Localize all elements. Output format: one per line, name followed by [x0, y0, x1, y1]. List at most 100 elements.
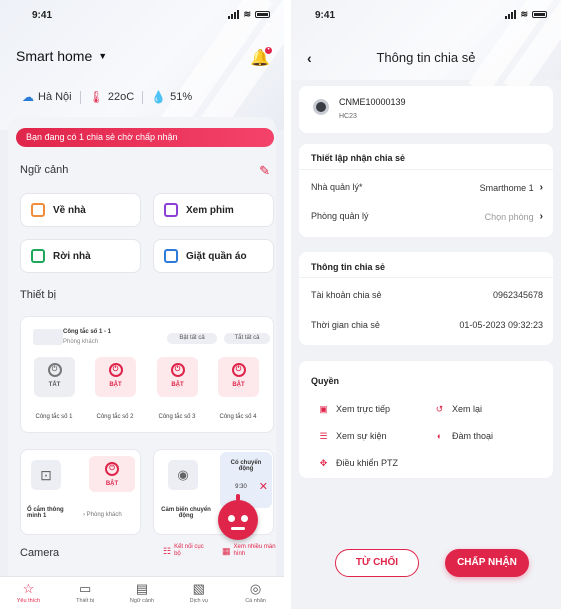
switch-state: BẬT [109, 382, 122, 388]
sensor-alert: Có chuyển động 9:30 ✕ [220, 452, 272, 508]
switch-3-toggle[interactable]: ⏻ BẬT [157, 357, 198, 397]
scene-label: Giặt quần áo [186, 250, 247, 262]
devices-title: Thiết bị [20, 289, 57, 301]
socket-state: BẬT [105, 481, 119, 487]
switch-group-card[interactable]: Công tắc số 1 - 1 Phòng khách Bật tất cả… [20, 316, 274, 433]
socket-name: Ổ cắm thông minh 1 [27, 507, 64, 519]
share-screen: 9:41 ≋ ‹ Thông tin chia sẻ CNME10000139 … [291, 0, 561, 609]
assistant-robot-icon[interactable] [218, 494, 258, 540]
switch-thumbnail [33, 329, 63, 345]
notification-dot: • [264, 46, 273, 55]
wifi-icon: ≋ [243, 9, 251, 19]
droplet-icon: 💧 [151, 90, 167, 104]
device-card: CNME10000139 HC23 [299, 86, 553, 133]
weather-bar: ☁ Hà Nội 🌡 22oC 💧 51% [22, 90, 192, 104]
switch-state: TẮT [48, 382, 61, 388]
tab-scenes[interactable]: ▤ Ngữ cảnh [114, 577, 171, 609]
switch-state: BẬT [232, 382, 245, 388]
switch-1-toggle[interactable]: ⏻ TẮT [34, 357, 75, 397]
chevron-right-icon: › [539, 182, 543, 193]
scene-icon: ▤ [135, 581, 149, 596]
perm-ptz: ✥ Điều khiển PTZ [319, 457, 399, 468]
video-icon: ▣ [319, 403, 328, 414]
switch-2-toggle[interactable]: ⏻ BẬT [95, 357, 136, 397]
all-on-button[interactable]: Bật tất cả [167, 333, 217, 344]
status-bar: 9:41 ≋ [0, 0, 284, 30]
door-icon [31, 203, 45, 217]
socket-toggle[interactable]: ⏻ BẬT [89, 456, 135, 492]
switch-label: Công tắc số 2 [96, 414, 134, 420]
local-connect-label: Kết nối cục bộ [174, 544, 204, 557]
scene-ve-nha[interactable]: Về nhà [20, 193, 141, 227]
movie-icon [164, 203, 178, 217]
signal-icon [228, 10, 240, 19]
tab-profile[interactable]: ◎ Cá nhân [227, 577, 284, 609]
time-value: 01-05-2023 09:32:23 [459, 320, 543, 330]
tab-devices[interactable]: ▭ Thiết bị [57, 577, 114, 609]
device-model: HC23 [339, 113, 357, 120]
receive-settings-card: Thiết lập nhận chia sẻ Nhà quản lý* Smar… [299, 144, 553, 237]
switch-4-toggle[interactable]: ⏻ BẬT [218, 357, 259, 397]
room-row[interactable]: Phòng quản lý Chọn phòng › [311, 211, 543, 222]
accept-button[interactable]: CHẤP NHẬN [445, 549, 529, 577]
camera-title: Camera [20, 547, 60, 559]
room-placeholder: Chọn phòng [484, 211, 534, 222]
close-icon[interactable]: ✕ [259, 480, 268, 493]
user-icon: ◎ [249, 581, 262, 596]
services-icon: ▧ [192, 581, 205, 596]
power-icon: ⏻ [105, 462, 119, 476]
network-icon: ☷ [163, 545, 172, 556]
account-row: Tài khoản chia sẻ 0962345678 [311, 290, 543, 300]
tab-services[interactable]: ▧ Dịch vụ [170, 577, 227, 609]
home-title: Smart home [16, 48, 93, 64]
bell-icon[interactable]: 🔔 • [250, 46, 273, 68]
ptz-icon: ✥ [319, 457, 328, 468]
weather-city: Hà Nội [38, 91, 72, 103]
scene-xem-phim[interactable]: Xem phim [153, 193, 274, 227]
share-info-card: Thông tin chia sẻ Tài khoản chia sẻ 0962… [299, 252, 553, 345]
chevron-right-icon: › [539, 211, 543, 222]
page-title: Thông tin chia sẻ [376, 50, 476, 65]
list-icon: ☰ [319, 430, 328, 441]
status-time: 9:41 [315, 10, 336, 21]
scene-label: Xem phim [186, 204, 234, 216]
pencil-icon[interactable]: ✎ [259, 163, 270, 179]
home-selector[interactable]: Smart home ▼ [16, 48, 107, 64]
battery-icon [255, 11, 270, 18]
scene-roi-nha[interactable]: Rời nhà [20, 239, 141, 273]
sensor-icon: ◉ [168, 460, 198, 490]
account-value: 0962345678 [492, 290, 543, 300]
manager-row[interactable]: Nhà quản lý* Smarthome 1 › [311, 182, 543, 193]
power-icon: ⏻ [47, 363, 62, 377]
device-icon: ▭ [79, 581, 92, 596]
tab-bar: ☆ Yêu thích ▭ Thiết bị ▤ Ngữ cảnh ▧ Dịch vụ … [0, 576, 284, 609]
scene-giat-quan-ao[interactable]: Giặt quần áo [153, 239, 274, 273]
tab-favorites[interactable]: ☆ Yêu thích [0, 577, 57, 609]
status-time: 9:41 [32, 10, 53, 21]
socket-card[interactable]: ⊡ ⏻ BẬT Ổ cắm thông minh 1 › Phòng khách [20, 449, 141, 535]
washer-icon [164, 249, 178, 263]
settings-title: Thiết lập nhận chia sẻ [311, 153, 406, 163]
all-off-button[interactable]: Tắt tất cả [224, 333, 270, 344]
switch-label: Công tắc số 1 [35, 414, 73, 420]
time-label: Thời gian chia sẻ [311, 320, 380, 330]
local-connect-button[interactable]: ☷ Kết nối cục bộ [163, 544, 209, 558]
manager-label: Nhà quản lý* [311, 182, 363, 192]
socket-room: › Phòng khách [83, 512, 122, 518]
camera-icon [313, 99, 329, 115]
thermometer-icon: 🌡 [88, 90, 104, 104]
multi-screen-button[interactable]: ▦ Xem nhiều màn hình [222, 544, 276, 558]
door-icon [31, 249, 45, 263]
scenes-title: Ngữ cảnh [20, 164, 69, 176]
weather-humidity: 51% [170, 91, 193, 103]
power-icon: ⏻ [170, 363, 185, 377]
share-banner[interactable]: Bạn đang có 1 chia sẻ chờ chấp nhận [16, 128, 274, 147]
perm-playback: ↺ Xem lại [435, 403, 483, 414]
battery-icon [532, 11, 547, 18]
power-icon: ⏻ [108, 363, 123, 377]
history-icon: ↺ [435, 403, 444, 414]
perm-talk: ◐ Đàm thoại [436, 430, 494, 441]
home-screen: 9:41 ≋ Smart home ▼ 🔔 • ☁ Hà Nội 🌡 22oC 💧… [0, 0, 284, 609]
power-icon: ⏻ [231, 363, 246, 377]
reject-button[interactable]: TỪ CHỐI [335, 549, 419, 577]
